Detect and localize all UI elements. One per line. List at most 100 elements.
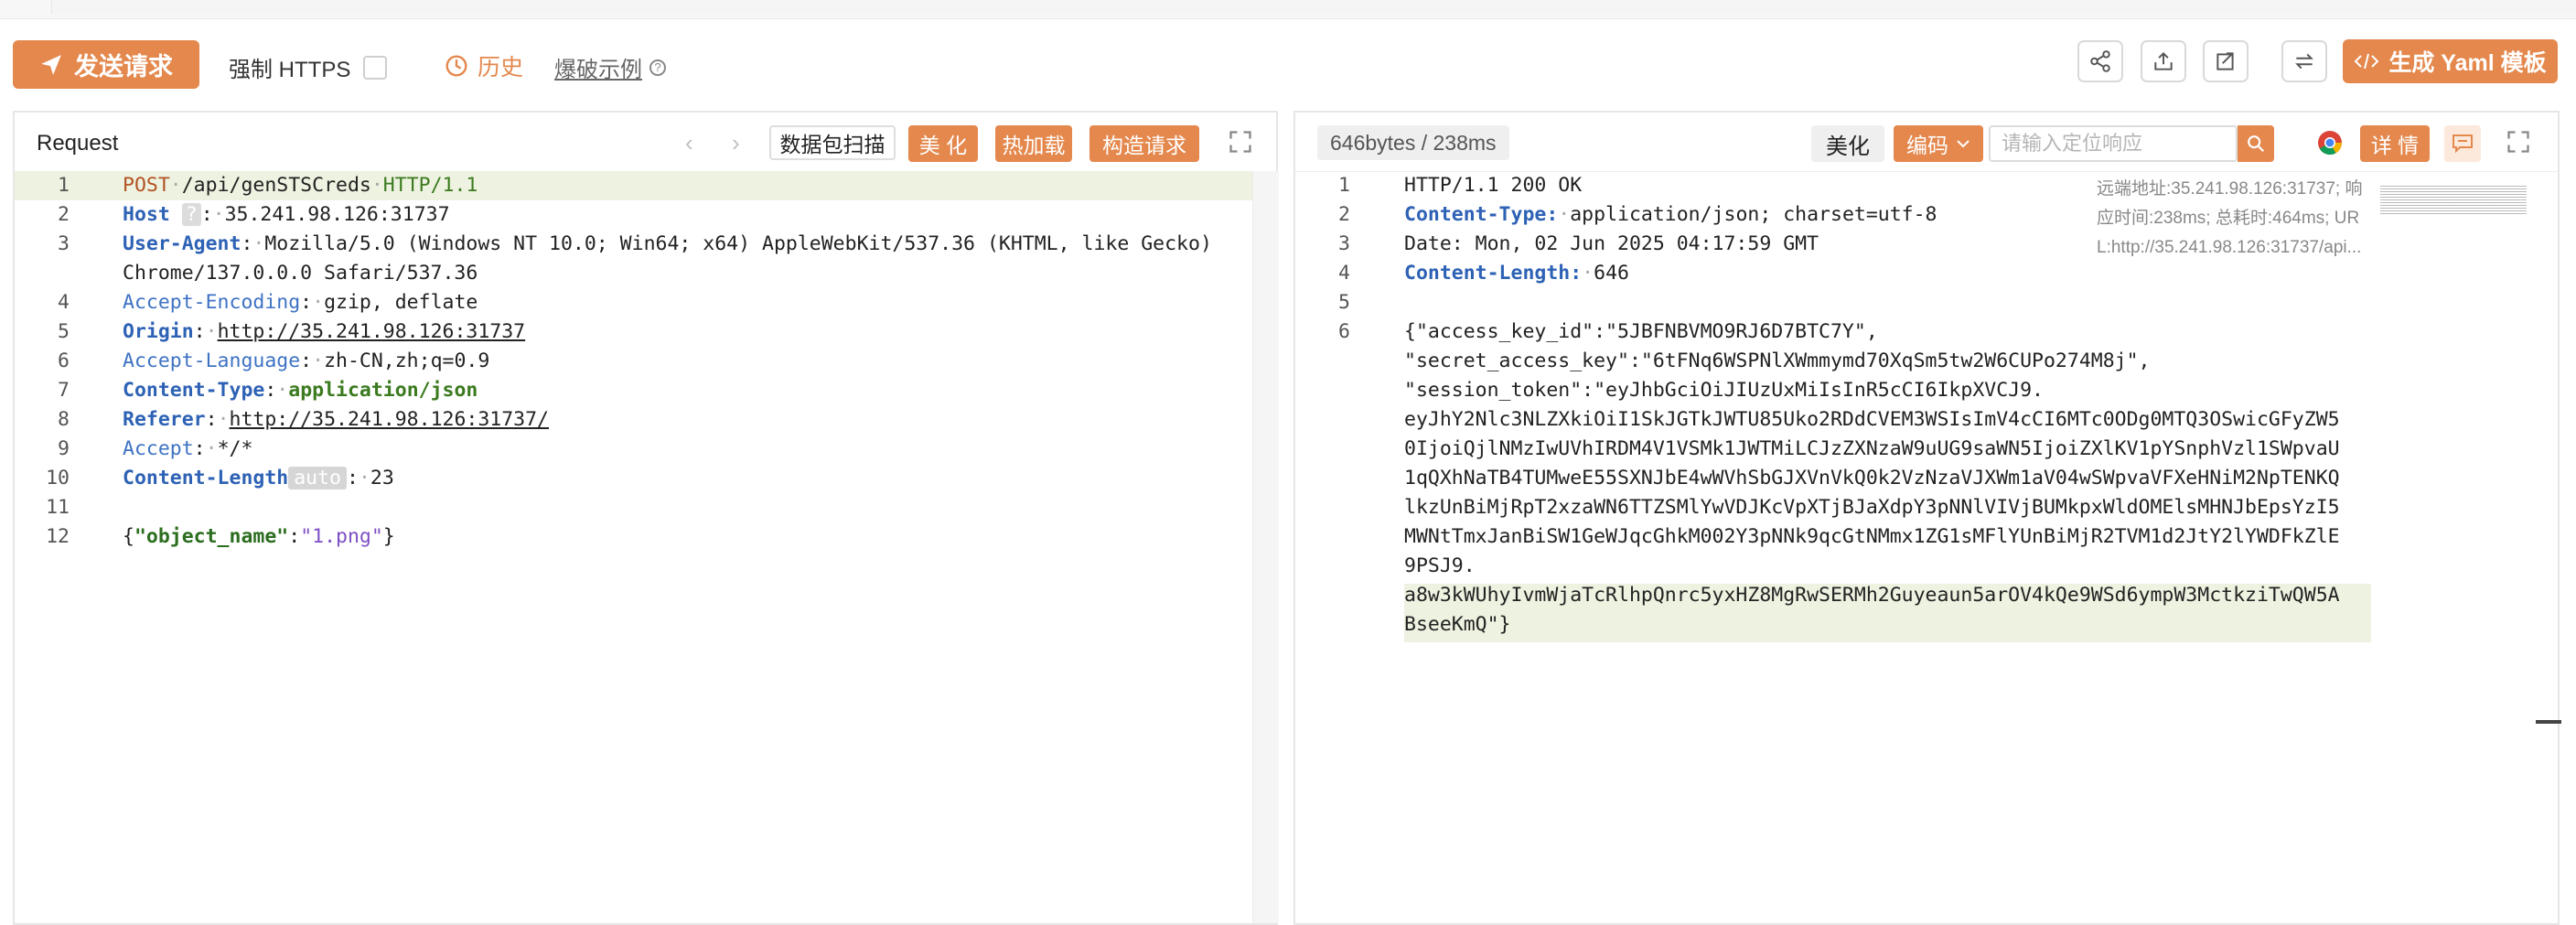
share-button[interactable]	[2077, 40, 2123, 82]
request-title: Request	[37, 131, 119, 156]
search-icon	[2248, 135, 2265, 153]
json-body-line: 9PSJ9.	[1404, 554, 1476, 577]
swap-button[interactable]	[2281, 40, 2327, 82]
json-body-line: 0IjoiQjlNMzIwUVhIRDM4V1VSMk1JWTMiLCJzZXN…	[1404, 437, 2340, 460]
line-number: 11	[46, 496, 70, 519]
line-number: 12	[46, 525, 70, 548]
code-line: 12 {"object_name":"1.png"}	[15, 522, 1276, 552]
minimap-scroll-marker	[2536, 720, 2561, 724]
response-panel: 646bytes / 238ms 美化 编码 详 情 远端地址:35.241.9…	[1293, 111, 2561, 925]
comment-button[interactable]	[2444, 125, 2481, 162]
expand-icon[interactable]	[2506, 129, 2531, 155]
code-line: 1 POST·/api/genSTSCreds·HTTP/1.1	[15, 171, 1276, 200]
code-line: 10 Content-Length auto:·23	[15, 464, 1276, 493]
json-body-line: {"access_key_id":"5JBFNBVMO9RJ6D7BTC7Y",	[1404, 320, 1878, 343]
help-icon[interactable]: ?	[649, 59, 666, 76]
send-request-label: 发送请求	[74, 53, 173, 81]
auto-badge[interactable]: auto	[288, 467, 347, 489]
force-https-option[interactable]: 强制 HTTPS	[229, 51, 388, 83]
locate-response-field[interactable]	[1989, 125, 2238, 162]
header-value: Mozilla/5.0 (Windows NT 10.0; Win64; x64…	[264, 232, 1212, 255]
locate-response-input[interactable]	[1991, 127, 2214, 160]
host-hint-badge[interactable]: ?	[181, 203, 201, 226]
line-number: 2	[58, 203, 70, 226]
packet-scan-button[interactable]: 数据包扫描	[769, 125, 896, 160]
status-line: HTTP/1.1 200 OK	[1404, 174, 1583, 197]
packet-scan-label: 数据包扫描	[779, 133, 886, 156]
code-line: 6 {"access_key_id":"5JBFNBVMO9RJ6D7BTC7Y…	[1295, 317, 2558, 347]
header-value-link[interactable]: http://35.241.98.126:31737/	[230, 408, 550, 431]
comment-icon	[2453, 134, 2473, 154]
chrome-icon[interactable]	[2316, 129, 2344, 156]
encoding-label: 编码	[1906, 134, 1948, 157]
json-body-line-highlight: a8w3kWUhyIvmWjaTcRlhpQnrc5yxHZ8MgRwSERMh…	[1404, 584, 2371, 613]
header-value: 35.241.98.126:31737	[224, 203, 450, 226]
header-value: 646	[1594, 262, 1629, 285]
code-line: 3 Date: Mon, 02 Jun 2025 04:17:59 GMT	[1295, 230, 2558, 259]
json-value: "1.png"	[300, 525, 383, 548]
header-key: Content-Type:	[1404, 203, 1559, 226]
prev-icon[interactable]: ‹	[685, 129, 693, 157]
json-body-line: a8w3kWUhyIvmWjaTcRlhpQnrc5yxHZ8MgRwSERMh…	[1404, 584, 2340, 607]
code-line: 5 Origin:·http://35.241.98.126:31737	[15, 317, 1276, 347]
header-value-link[interactable]: http://35.241.98.126:31737	[218, 320, 526, 343]
generate-yaml-button[interactable]: 生成 Yaml 模板	[2343, 39, 2558, 83]
date-header: Date: Mon, 02 Jun 2025 04:17:59 GMT	[1404, 232, 1819, 255]
line-number: 7	[58, 379, 70, 402]
detail-label: 详 情	[2370, 134, 2420, 157]
json-body-line: "session_token":"eyJhbGciOiJIUzUxMiIsInR…	[1404, 379, 2044, 402]
response-beautify-button[interactable]: 美化	[1811, 125, 1884, 162]
burst-example-link[interactable]: 爆破示例 ?	[554, 51, 666, 83]
line-number: 1	[1338, 174, 1350, 197]
line-number: 6	[58, 350, 70, 372]
next-icon[interactable]: ›	[732, 129, 740, 157]
request-editor[interactable]: 1 POST·/api/genSTSCreds·HTTP/1.1 2 Host …	[15, 171, 1279, 923]
history-button[interactable]: 历史	[445, 49, 523, 82]
header-key: Referer	[123, 408, 206, 431]
line-number: 8	[58, 408, 70, 431]
request-panel: Request ‹ › 数据包扫描 美 化 热加载 构造请求 1 POST·/a…	[13, 111, 1279, 925]
response-editor[interactable]: 远端地址:35.241.98.126:31737; 响 应时间:238ms; 总…	[1295, 171, 2561, 923]
clock-icon	[445, 55, 467, 77]
code-line: 3 User-Agent:·Mozilla/5.0 (Windows NT 10…	[15, 230, 1276, 288]
send-request-button[interactable]: 发送请求	[13, 40, 199, 89]
json-body-line: lkzUnBiMjRpT2xzaWN6TTZSMlYwVDJKcVpXTjBJa…	[1404, 496, 2340, 519]
search-button[interactable]	[2238, 125, 2274, 162]
force-https-checkbox[interactable]	[363, 55, 388, 80]
expand-icon[interactable]	[1228, 129, 1253, 155]
header-key: Content-Type	[123, 379, 265, 402]
code-line: 9 Accept:·*/*	[15, 435, 1276, 464]
code-line: 2 Host ?:·35.241.98.126:31737	[15, 200, 1276, 230]
header-value: application/json; charset=utf-8	[1570, 203, 1937, 226]
code-line: 2 Content-Type:·application/json; charse…	[1295, 200, 2558, 230]
hot-reload-button[interactable]: 热加载	[995, 125, 1072, 162]
export-button[interactable]	[2141, 40, 2186, 82]
request-scrollbar[interactable]	[1252, 171, 1279, 923]
top-strip-inner	[51, 0, 2576, 15]
json-key: "object_name"	[134, 525, 289, 548]
import-icon	[2216, 52, 2234, 70]
json-body-line: eyJhY2Nlc3NLZXkiOiI1SkJGTkJWTU85Uko2RDdC…	[1404, 408, 2340, 431]
force-https-label: 强制 HTTPS	[229, 58, 351, 82]
hot-reload-label: 热加载	[1002, 134, 1066, 157]
build-request-button[interactable]: 构造请求	[1089, 125, 1199, 162]
code-line: 7 Content-Type:·application/json	[15, 376, 1276, 405]
beautify-button[interactable]: 美 化	[908, 125, 978, 162]
generate-yaml-label: 生成 Yaml 模板	[2388, 50, 2547, 76]
top-strip	[0, 0, 2576, 19]
header-key: Accept-Encoding	[123, 291, 301, 314]
code-icon	[2354, 53, 2379, 70]
swap-icon	[2295, 53, 2313, 70]
json-body-line: BseeKmQ"}	[1404, 613, 1511, 636]
header-key: Content-Length	[123, 467, 289, 489]
line-number: 9	[58, 437, 70, 460]
detail-button[interactable]: 详 情	[2360, 125, 2430, 162]
send-icon	[41, 54, 61, 75]
encoding-dropdown[interactable]: 编码	[1894, 125, 1983, 162]
import-button[interactable]	[2203, 40, 2249, 82]
line-number: 3	[1338, 232, 1350, 255]
response-beautify-label: 美化	[1826, 134, 1870, 159]
share-icon	[2090, 50, 2110, 72]
burst-example-label: 爆破示例	[554, 58, 642, 82]
line-number: 10	[46, 467, 70, 489]
